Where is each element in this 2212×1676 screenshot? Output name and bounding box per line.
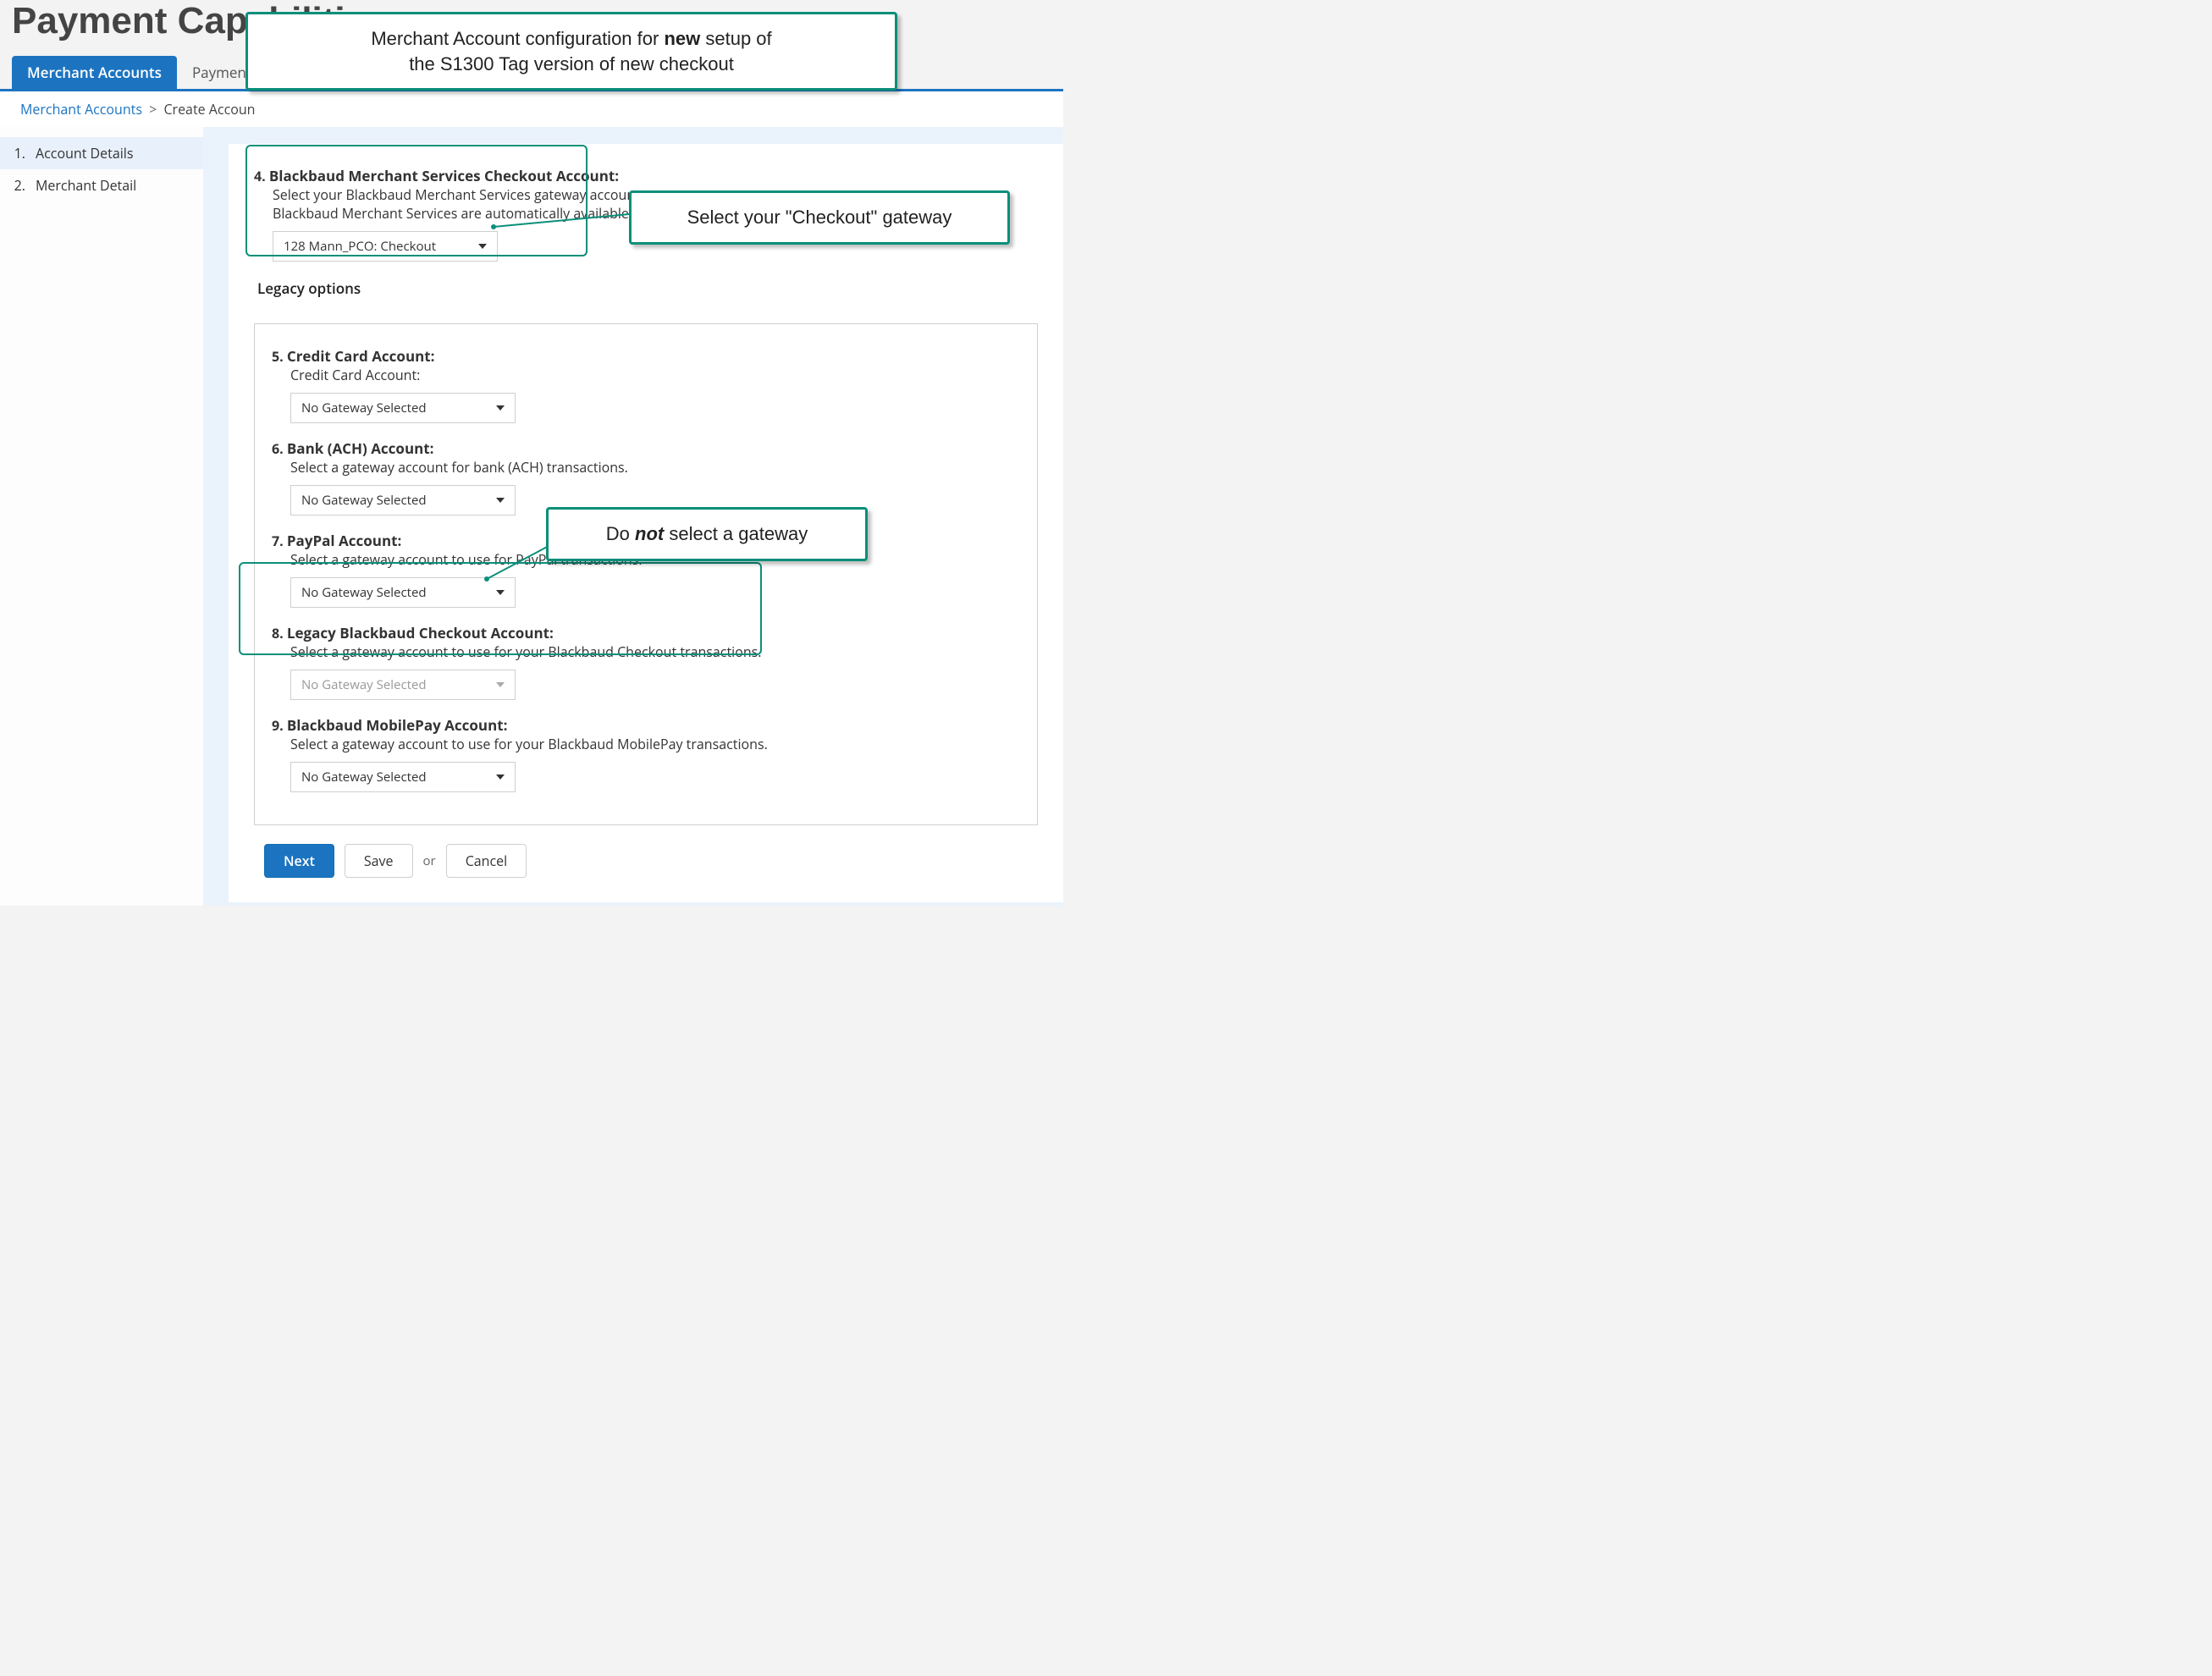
save-button[interactable]: Save: [345, 844, 413, 878]
tab-merchant-accounts[interactable]: Merchant Accounts: [12, 56, 177, 89]
sidebar: 1. Account Details 2. Merchant Detail: [0, 127, 203, 906]
chevron-down-icon: [496, 682, 505, 687]
field-title: Credit Card Account:: [287, 346, 435, 366]
breadcrumb-link-merchant-accounts[interactable]: Merchant Accounts: [20, 100, 142, 119]
select-mobilepay[interactable]: No Gateway Selected: [290, 762, 516, 792]
field-number: 8.: [272, 624, 284, 642]
breadcrumb-current: Create Accoun: [163, 100, 255, 119]
annotation-checkout-gateway: Select your "Checkout" gateway: [629, 190, 1010, 245]
legacy-options-group: 5. Credit Card Account: Credit Card Acco…: [254, 323, 1038, 825]
chevron-down-icon: [478, 244, 487, 249]
sidebar-item-num: 1.: [12, 144, 25, 163]
chevron-down-icon: [496, 775, 505, 780]
field-desc: Credit Card Account:: [290, 366, 1020, 384]
field-title: Legacy Blackbaud Checkout Account:: [287, 623, 554, 642]
select-value: No Gateway Selected: [301, 769, 427, 786]
field-title: Blackbaud Merchant Services Checkout Acc…: [269, 166, 619, 185]
annotation-text: setup of: [700, 28, 771, 49]
field-number: 5.: [272, 347, 284, 366]
chevron-down-icon: [496, 590, 505, 595]
select-value: No Gateway Selected: [301, 400, 427, 416]
annotation-do-not-select: Do not select a gateway: [546, 507, 868, 561]
annotation-text: Merchant Account configuration for: [371, 28, 664, 49]
breadcrumb: Merchant Accounts > Create Accoun: [0, 91, 1063, 127]
select-bank-ach[interactable]: No Gateway Selected: [290, 485, 516, 515]
select-legacy-checkout[interactable]: No Gateway Selected: [290, 670, 516, 700]
sidebar-item-merchant-detail[interactable]: 2. Merchant Detail: [0, 169, 203, 201]
annotation-bold: new: [664, 28, 700, 49]
field-title: PayPal Account:: [287, 531, 401, 550]
select-value: No Gateway Selected: [301, 584, 427, 601]
or-text: or: [423, 852, 436, 869]
field-number: 9.: [272, 716, 284, 735]
field-number: 7.: [272, 532, 284, 550]
sidebar-item-label: Merchant Detail: [36, 176, 136, 195]
field-credit-card-account: 5. Credit Card Account: Credit Card Acco…: [272, 346, 1020, 423]
annotation-text: Do: [606, 523, 635, 544]
select-bbms-checkout[interactable]: 128 Mann_PCO: Checkout: [273, 231, 498, 262]
legacy-options-title: Legacy options: [257, 278, 366, 298]
select-credit-card[interactable]: No Gateway Selected: [290, 393, 516, 423]
annotation-italic: not: [635, 523, 664, 544]
field-desc: Select a gateway account to use for your…: [290, 642, 1020, 661]
annotation-text: the S1300 Tag version of new checkout: [267, 52, 876, 77]
field-desc: Select a gateway account to use for your…: [290, 735, 1020, 753]
field-number: 6.: [272, 439, 284, 458]
sidebar-item-num: 2.: [12, 176, 25, 195]
sidebar-item-label: Account Details: [36, 144, 133, 163]
field-title: Blackbaud MobilePay Account:: [287, 715, 508, 735]
field-mobilepay-account: 9. Blackbaud MobilePay Account: Select a…: [272, 715, 1020, 792]
select-value: No Gateway Selected: [301, 492, 427, 509]
annotation-text: Select your "Checkout" gateway: [687, 207, 952, 228]
field-title: Bank (ACH) Account:: [287, 438, 434, 458]
sidebar-item-account-details[interactable]: 1. Account Details: [0, 137, 203, 169]
select-value: No Gateway Selected: [301, 676, 427, 693]
annotation-top: Merchant Account configuration for new s…: [245, 12, 897, 91]
annotation-text: select a gateway: [664, 523, 808, 544]
cancel-button[interactable]: Cancel: [446, 844, 527, 878]
field-desc: Select a gateway account for bank (ACH) …: [290, 458, 1020, 477]
action-bar: Next Save or Cancel: [264, 844, 1038, 878]
select-value: 128 Mann_PCO: Checkout: [284, 238, 436, 255]
next-button[interactable]: Next: [264, 844, 334, 878]
chevron-down-icon: [496, 498, 505, 503]
chevron-down-icon: [496, 405, 505, 411]
field-bank-ach-account: 6. Bank (ACH) Account: Select a gateway …: [272, 438, 1020, 515]
breadcrumb-sep: >: [146, 100, 160, 119]
select-paypal[interactable]: No Gateway Selected: [290, 577, 516, 608]
field-number: 4.: [254, 167, 266, 185]
field-legacy-checkout-account: 8. Legacy Blackbaud Checkout Account: Se…: [272, 623, 1020, 700]
